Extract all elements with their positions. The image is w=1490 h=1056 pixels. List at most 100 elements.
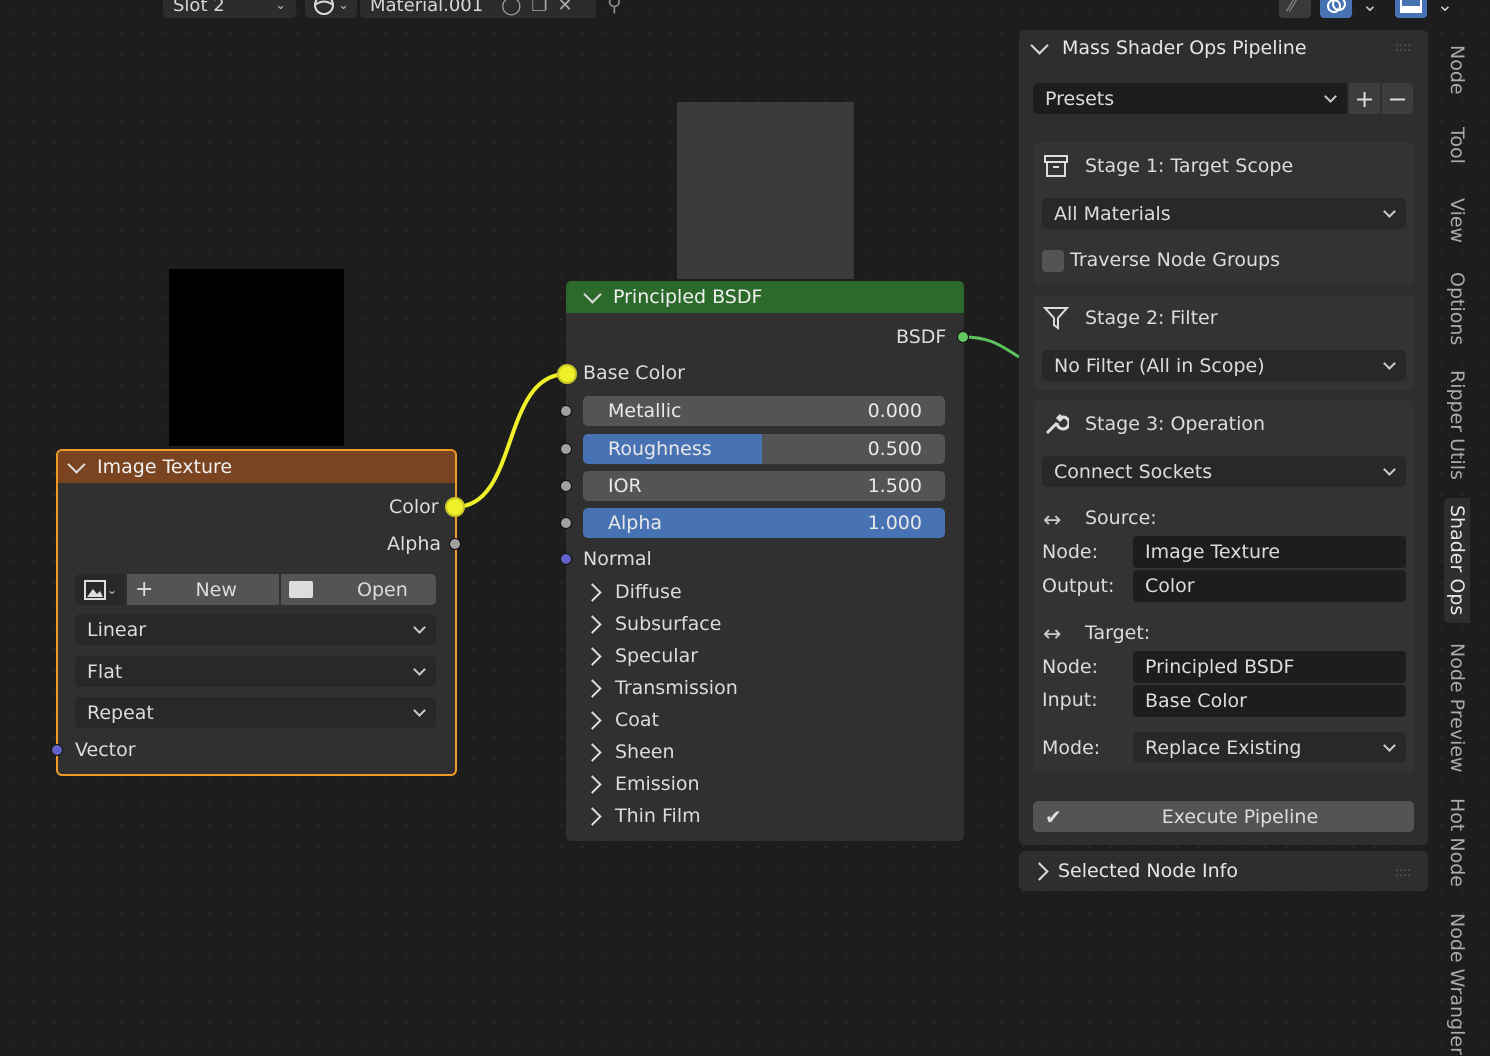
stage3-title: Stage 3: Operation bbox=[1085, 413, 1266, 435]
socket-bsdf-output[interactable] bbox=[957, 331, 969, 343]
tab-node[interactable]: Node bbox=[1444, 40, 1470, 100]
tab-node-preview[interactable]: Node Preview bbox=[1444, 640, 1470, 775]
folder-icon bbox=[289, 581, 313, 598]
socket-basecolor-input[interactable] bbox=[557, 364, 577, 384]
open-image-button[interactable]: Open bbox=[281, 574, 436, 605]
selected-info-header[interactable]: Selected Node Info bbox=[1030, 860, 1238, 882]
chevron-right-icon bbox=[583, 774, 602, 794]
slider-ior[interactable]: IOR 1.500 bbox=[583, 471, 945, 501]
output-bsdf-label: BSDF bbox=[896, 326, 947, 348]
chevron-down-icon bbox=[1383, 205, 1396, 218]
slider-metallic[interactable]: Metallic 0.000 bbox=[583, 396, 945, 426]
mode-label: Mode: bbox=[1042, 737, 1101, 759]
panel-thin-film[interactable]: Thin Film bbox=[583, 805, 701, 827]
chevron-right-icon bbox=[583, 614, 602, 634]
presets-dropdown[interactable]: Presets bbox=[1033, 83, 1347, 114]
target-node-field[interactable]: Principled BSDF bbox=[1133, 651, 1406, 683]
slider-label: Alpha bbox=[608, 512, 663, 534]
operation-value: Connect Sockets bbox=[1054, 460, 1213, 483]
drag-handle-icon[interactable]: :::: bbox=[1395, 865, 1411, 879]
input-basecolor-label: Base Color bbox=[583, 362, 685, 384]
principled-bsdf-header[interactable]: Principled BSDF bbox=[566, 281, 964, 313]
output-field[interactable]: Color bbox=[1133, 570, 1406, 602]
image-icon bbox=[83, 579, 106, 600]
panel-emission[interactable]: Emission bbox=[583, 773, 700, 795]
mode-dropdown[interactable]: Replace Existing bbox=[1133, 732, 1406, 763]
filter-dropdown[interactable]: No Filter (All in Scope) bbox=[1042, 350, 1406, 381]
chevron-right-icon bbox=[583, 710, 602, 730]
filter-icon bbox=[1043, 307, 1069, 330]
socket-alpha-input[interactable] bbox=[560, 517, 572, 529]
panel-label: Sheen bbox=[615, 741, 675, 763]
stage3-header: Stage 3: Operation bbox=[1043, 411, 1265, 437]
panel-label: Specular bbox=[615, 645, 699, 667]
chevron-right-icon bbox=[583, 742, 602, 762]
mode-value: Replace Existing bbox=[1145, 736, 1302, 759]
slider-alpha[interactable]: Alpha 1.000 bbox=[583, 508, 945, 538]
panel-coat[interactable]: Coat bbox=[583, 709, 659, 731]
extension-dropdown[interactable]: Repeat bbox=[75, 697, 436, 728]
tab-view[interactable]: View bbox=[1444, 193, 1470, 248]
panel-label: Emission bbox=[615, 773, 700, 795]
panel-diffuse[interactable]: Diffuse bbox=[583, 581, 682, 603]
stage2-title: Stage 2: Filter bbox=[1085, 307, 1218, 329]
panel-sheen[interactable]: Sheen bbox=[583, 741, 675, 763]
chevron-down-icon bbox=[1383, 463, 1396, 476]
tab-shader-ops[interactable]: Shader Ops bbox=[1444, 498, 1470, 623]
node-title: Principled BSDF bbox=[613, 286, 763, 308]
execute-pipeline-button[interactable]: ✔ Execute Pipeline bbox=[1033, 801, 1414, 832]
output-label: Output: bbox=[1042, 575, 1115, 597]
projection-dropdown[interactable]: Flat bbox=[75, 656, 436, 687]
chevron-right-icon bbox=[583, 646, 602, 666]
socket-vector-input[interactable] bbox=[51, 744, 63, 756]
chevron-right-icon bbox=[583, 806, 602, 826]
panel-specular[interactable]: Specular bbox=[583, 645, 699, 667]
slider-roughness[interactable]: Roughness 0.500 bbox=[583, 434, 945, 464]
remove-preset-button[interactable]: − bbox=[1382, 83, 1413, 114]
slider-label: Roughness bbox=[608, 438, 712, 460]
new-image-button[interactable]: + New bbox=[127, 574, 279, 605]
chevron-down-icon[interactable] bbox=[67, 454, 86, 474]
panel-header[interactable]: Mass Shader Ops Pipeline bbox=[1030, 35, 1307, 59]
image-texture-header[interactable]: Image Texture bbox=[58, 451, 455, 483]
operation-dropdown[interactable]: Connect Sockets bbox=[1042, 456, 1406, 487]
input-label: Input: bbox=[1042, 689, 1098, 711]
target-label: Target: bbox=[1085, 622, 1151, 644]
drag-handle-icon[interactable]: :::: bbox=[1395, 40, 1411, 54]
traverse-label[interactable]: Traverse Node Groups bbox=[1070, 249, 1280, 271]
chevron-down-icon bbox=[413, 621, 426, 634]
input-field[interactable]: Base Color bbox=[1133, 685, 1406, 717]
chevron-down-icon bbox=[1383, 357, 1396, 370]
slider-value: 0.000 bbox=[867, 400, 922, 422]
socket-color-output[interactable] bbox=[445, 497, 465, 517]
socket-ior-input[interactable] bbox=[560, 480, 572, 492]
chevron-right-icon bbox=[583, 678, 602, 698]
tab-ripper-utils[interactable]: Ripper Utils bbox=[1444, 370, 1470, 480]
chevron-down-icon bbox=[413, 663, 426, 676]
chevron-right-icon bbox=[1030, 861, 1049, 881]
panel-subsurface[interactable]: Subsurface bbox=[583, 613, 722, 635]
image-browse-button[interactable]: ⌄ bbox=[75, 574, 125, 605]
tab-options[interactable]: Options bbox=[1444, 266, 1470, 351]
tab-tool[interactable]: Tool bbox=[1444, 120, 1470, 170]
socket-alpha-output[interactable] bbox=[449, 538, 461, 550]
socket-normal-input[interactable] bbox=[560, 553, 572, 565]
chevron-down-icon[interactable] bbox=[583, 284, 602, 304]
wrench-icon bbox=[1045, 413, 1069, 435]
socket-roughness-input[interactable] bbox=[560, 443, 572, 455]
panel-transmission[interactable]: Transmission bbox=[583, 677, 738, 699]
chevron-down-icon bbox=[413, 704, 426, 717]
add-preset-button[interactable]: + bbox=[1349, 83, 1380, 114]
tab-node-wrangler[interactable]: Node Wrangler bbox=[1444, 912, 1470, 1056]
interpolation-dropdown[interactable]: Linear bbox=[75, 614, 436, 645]
presets-label: Presets bbox=[1045, 87, 1115, 110]
source-node-field[interactable]: Image Texture bbox=[1133, 536, 1406, 568]
input-vector-label: Vector bbox=[75, 739, 136, 761]
tab-hot-node[interactable]: Hot Node bbox=[1444, 795, 1470, 890]
chevron-down-icon: ⌄ bbox=[106, 582, 118, 597]
socket-metallic-input[interactable] bbox=[560, 405, 572, 417]
panel-label: Subsurface bbox=[615, 613, 722, 635]
scope-dropdown[interactable]: All Materials bbox=[1042, 198, 1406, 229]
node-title: Image Texture bbox=[97, 456, 233, 478]
traverse-checkbox[interactable] bbox=[1042, 250, 1064, 272]
